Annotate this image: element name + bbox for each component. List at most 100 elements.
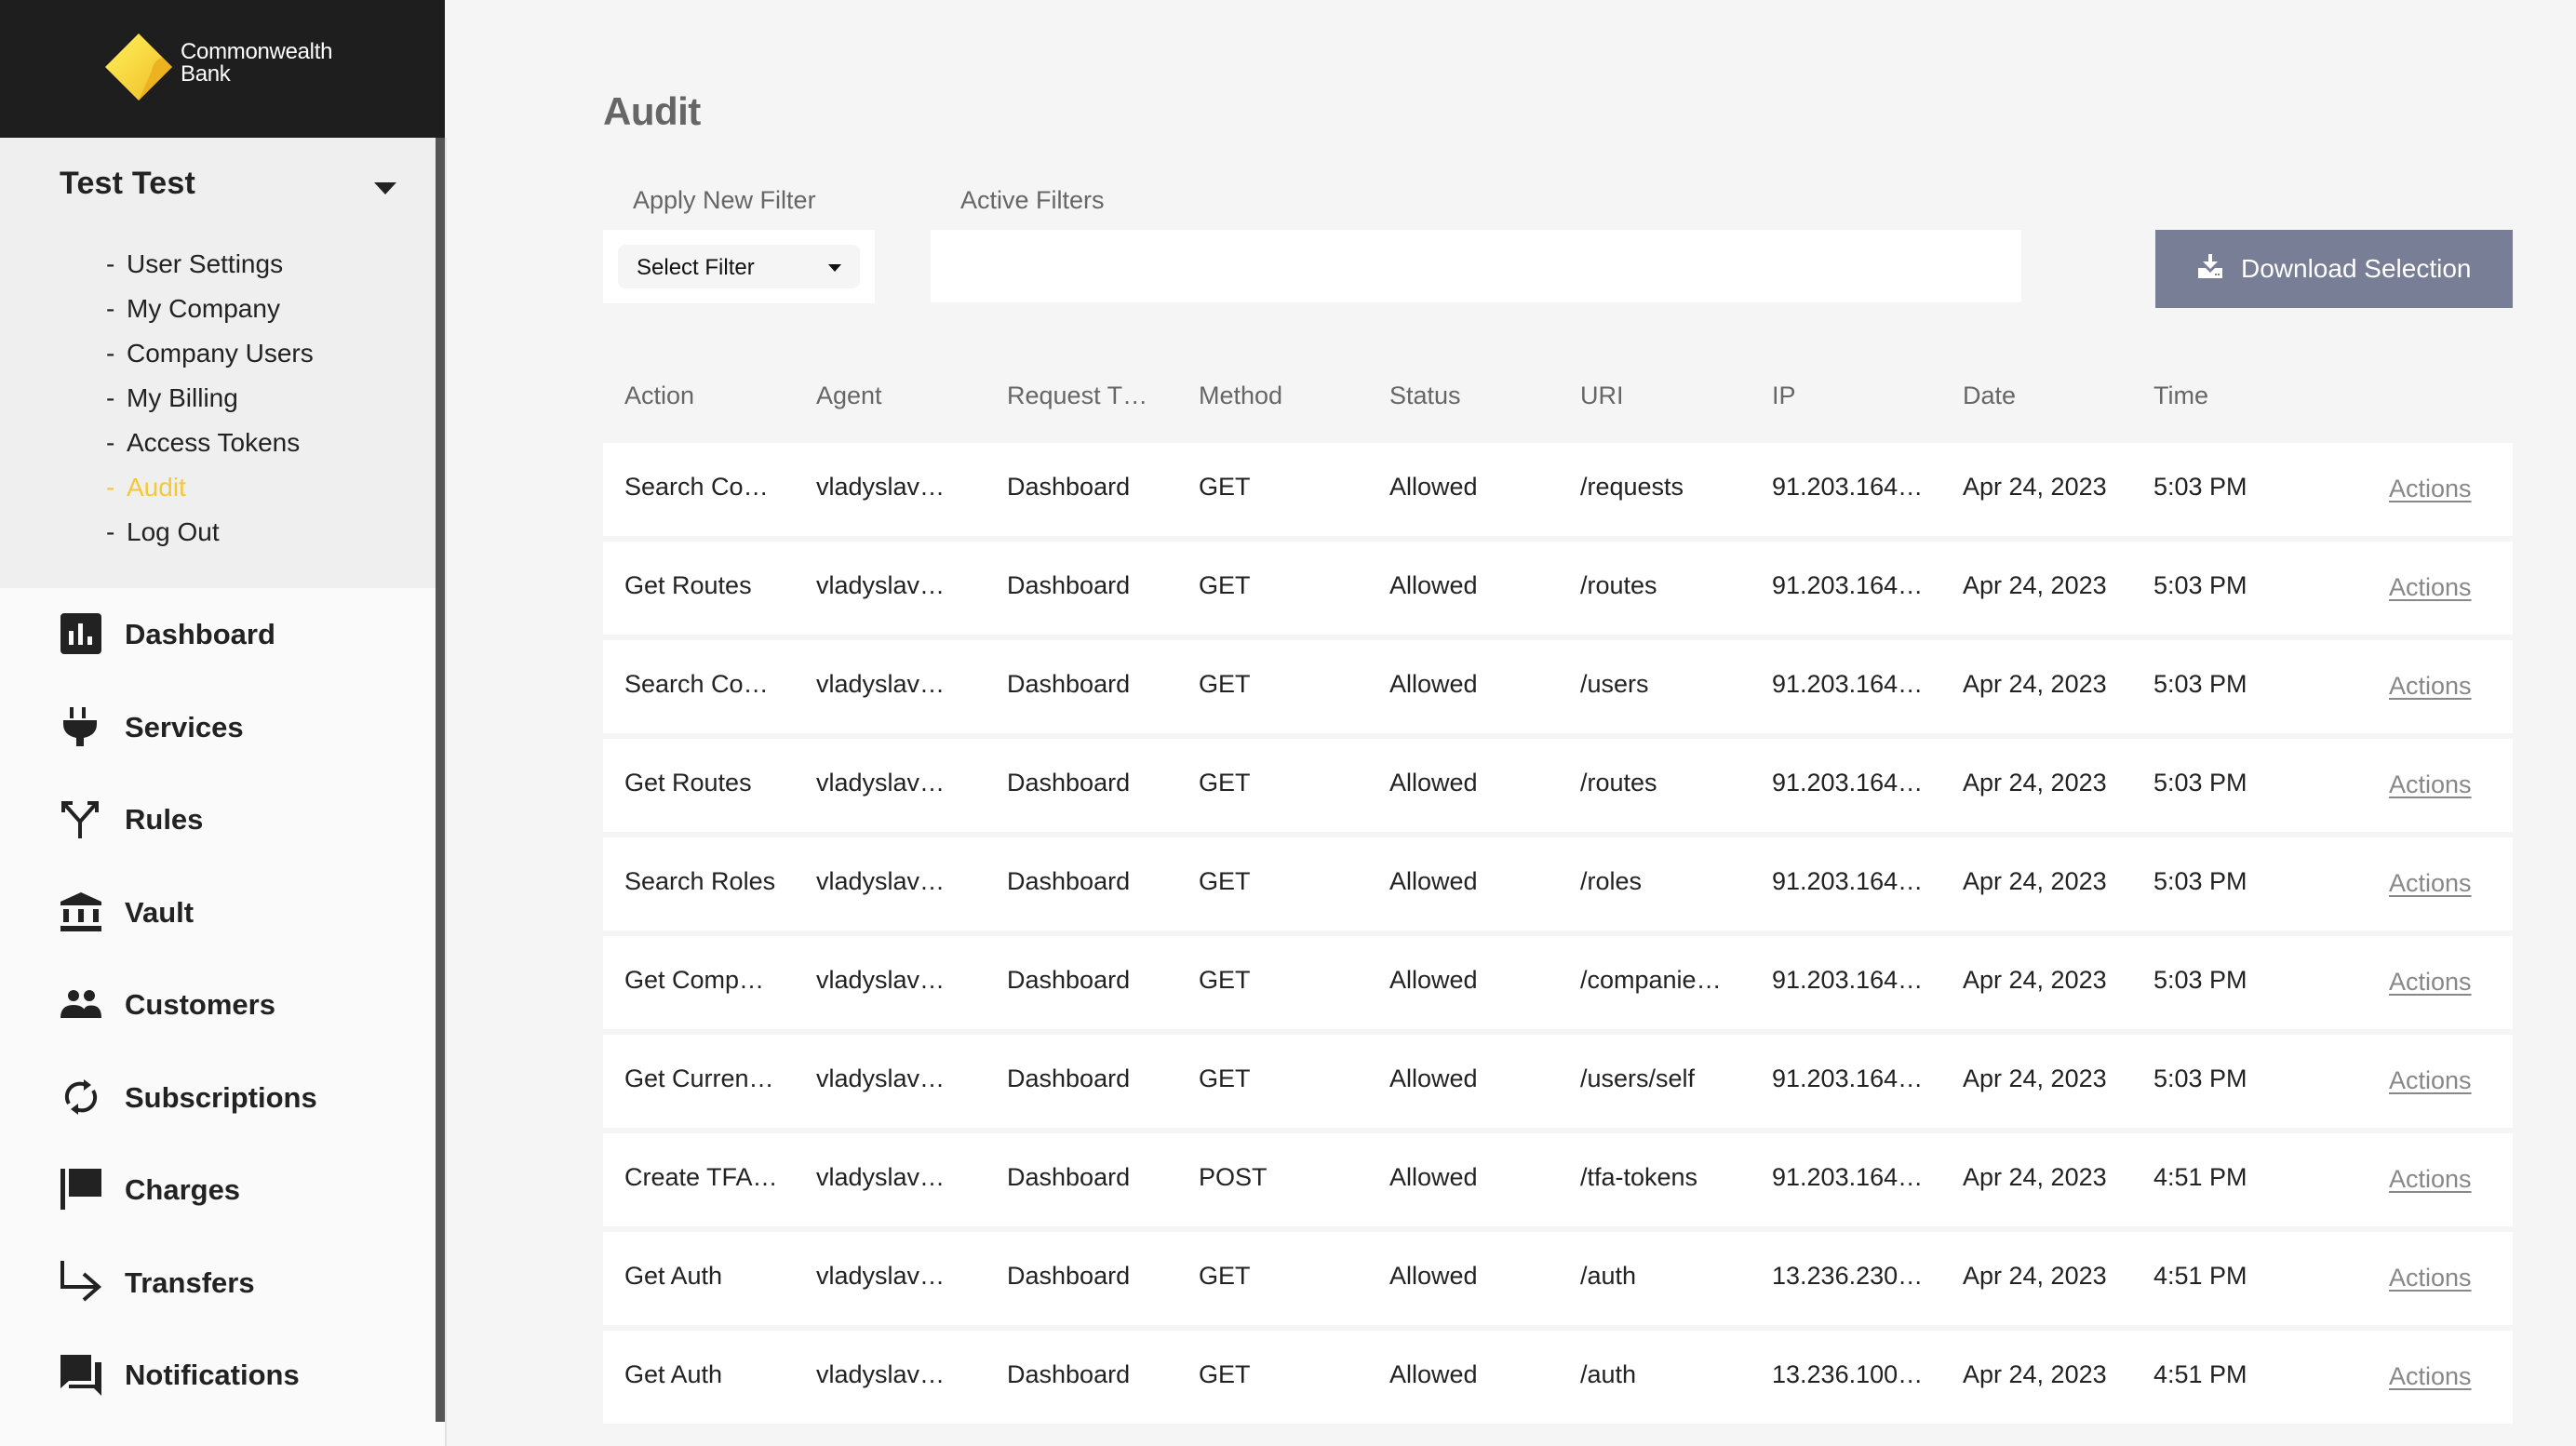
- cell-date: Apr 24, 2023: [1963, 1163, 2107, 1191]
- row-actions-link[interactable]: Actions: [2389, 1264, 2472, 1292]
- cell-request-type: Dashboard: [1007, 867, 1131, 895]
- main-content: Audit Apply New Filter Active Filters Se…: [447, 0, 2576, 1446]
- column-header-agent[interactable]: Agent: [816, 382, 882, 410]
- profile-menu-company-users[interactable]: - Company Users: [106, 331, 314, 376]
- cell-request-type: Dashboard: [1007, 1262, 1131, 1290]
- cell-status: Allowed: [1389, 571, 1478, 599]
- profile-menu-access-tokens[interactable]: - Access Tokens: [106, 421, 314, 465]
- nav-label: Dashboard: [125, 618, 275, 650]
- table-row[interactable]: Get Curren… vladyslav… Dashboard GET Allowed…: [603, 1035, 2513, 1128]
- row-actions-link[interactable]: Actions: [2389, 869, 2472, 898]
- cell-date: Apr 24, 2023: [1963, 1064, 2107, 1092]
- column-header-uri[interactable]: URI: [1580, 382, 1624, 410]
- table-row[interactable]: Get Auth vladyslav… Dashboard GET Allowed/au…: [603, 1232, 2513, 1325]
- table-row[interactable]: Search Roles vladyslav… Dashboard GET Allowe…: [603, 837, 2513, 931]
- nav-item-charges[interactable]: Charges: [0, 1144, 436, 1237]
- caret-down-icon[interactable]: [369, 177, 400, 199]
- row-actions-link[interactable]: Actions: [2389, 770, 2472, 799]
- cell-method: GET: [1199, 1064, 1251, 1092]
- cell-action: Get Comp…: [624, 966, 765, 994]
- audit-table: Action Agent Request T… Method Status URI IP Da…: [603, 368, 2513, 1424]
- nav-item-customers[interactable]: Customers: [0, 958, 436, 1051]
- nav-item-services[interactable]: Services: [0, 681, 436, 774]
- cell-uri: /routes: [1580, 571, 1657, 599]
- nav-item-transfers[interactable]: Transfers: [0, 1237, 436, 1330]
- row-actions-link[interactable]: Actions: [2389, 1066, 2472, 1095]
- cell-method: GET: [1199, 1262, 1251, 1290]
- column-header-method[interactable]: Method: [1199, 382, 1282, 410]
- brand-name: Commonwealth Bank: [181, 41, 332, 86]
- cell-action: Get Auth: [624, 1360, 723, 1388]
- cba-diamond-logo-icon[interactable]: [105, 33, 172, 100]
- cell-agent: vladyslav…: [816, 867, 946, 895]
- sidebar-scrollbar-thumb[interactable]: [436, 138, 445, 1422]
- nav-item-rules[interactable]: Rules: [0, 773, 436, 866]
- cell-ip: 13.236.230…: [1772, 1262, 1924, 1290]
- nav-label: Subscriptions: [125, 1080, 317, 1114]
- column-header-request-type[interactable]: Request T…: [1007, 382, 1147, 410]
- nav-item-notifications[interactable]: Notifications: [0, 1329, 436, 1422]
- row-actions-link[interactable]: Actions: [2389, 475, 2472, 503]
- nav-item-vault[interactable]: Vault: [0, 866, 436, 959]
- bank-building-icon: [60, 890, 102, 933]
- caret-down-icon: [828, 264, 841, 272]
- table-row[interactable]: Get Auth vladyslav… Dashboard GET Allowed/au…: [603, 1331, 2513, 1424]
- row-actions-link[interactable]: Actions: [2389, 573, 2472, 602]
- table-row[interactable]: Get Comp… vladyslav… Dashboard GET Allowed/c…: [603, 936, 2513, 1029]
- column-header-ip[interactable]: IP: [1772, 382, 1796, 410]
- download-icon: [2198, 254, 2222, 278]
- nav-label: Notifications: [125, 1359, 300, 1391]
- table-row[interactable]: Get Routes vladyslav… Dashboard GET Allowed /…: [603, 542, 2513, 635]
- filter-select[interactable]: Select Filter: [618, 245, 860, 288]
- cell-date: Apr 24, 2023: [1963, 966, 2107, 994]
- cell-agent: vladyslav…: [816, 473, 946, 501]
- cell-agent: vladyslav…: [816, 769, 946, 797]
- profile-menu-my-billing[interactable]: - My Billing: [106, 376, 314, 421]
- cell-uri: /auth: [1580, 1262, 1637, 1290]
- brand-name-line2: Bank: [181, 61, 231, 87]
- column-header-date[interactable]: Date: [1963, 382, 2016, 410]
- table-row[interactable]: Create TFA… vladyslav… Dashboard POST Allowe…: [603, 1133, 2513, 1226]
- apply-filter-label: Apply New Filter: [633, 186, 816, 214]
- cell-action: Search Roles: [624, 867, 776, 895]
- cell-method: GET: [1199, 769, 1251, 797]
- nav-label: Charges: [125, 1173, 241, 1206]
- cell-action: Get Auth: [624, 1262, 723, 1290]
- cell-date: Apr 24, 2023: [1963, 769, 2107, 797]
- cell-request-type: Dashboard: [1007, 966, 1131, 994]
- table-row[interactable]: Get Routes vladyslav… Dashboard GET Allowed /…: [603, 739, 2513, 832]
- table-row[interactable]: Search Co… vladyslav… Dashboard GET Allowed /…: [603, 443, 2513, 536]
- row-actions-link[interactable]: Actions: [2389, 672, 2472, 701]
- row-actions-link[interactable]: Actions: [2389, 1165, 2472, 1194]
- profile-name[interactable]: Test Test: [60, 166, 195, 202]
- cell-uri: /tfa-tokens: [1580, 1163, 1698, 1191]
- page-title: Audit: [603, 89, 701, 133]
- profile-menu-user-settings[interactable]: - User Settings: [106, 242, 314, 287]
- cell-date: Apr 24, 2023: [1963, 670, 2107, 698]
- table-header: Action Agent Request T… Method Status URI IP Da…: [603, 368, 2513, 443]
- cell-time: 5:03 PM: [2153, 769, 2247, 797]
- nav-label: Vault: [125, 895, 195, 929]
- row-actions-link[interactable]: Actions: [2389, 1362, 2472, 1391]
- cell-uri: /roles: [1580, 867, 1643, 895]
- column-header-status[interactable]: Status: [1389, 382, 1461, 410]
- profile-menu-audit[interactable]: - Audit: [106, 465, 314, 510]
- table-body: Search Co… vladyslav… Dashboard GET Allowed /…: [603, 443, 2513, 1429]
- column-header-action[interactable]: Action: [624, 382, 694, 410]
- cell-time: 5:03 PM: [2153, 571, 2247, 599]
- plug-icon: [60, 705, 102, 748]
- cell-time: 5:03 PM: [2153, 670, 2247, 698]
- profile-menu: - User Settings - My Company - Company User…: [106, 242, 314, 555]
- download-selection-button[interactable]: Download Selection: [2155, 230, 2513, 308]
- cell-ip: 91.203.164…: [1772, 1064, 1924, 1092]
- flag-icon: [60, 1168, 102, 1211]
- cell-uri: /users: [1580, 670, 1649, 698]
- column-header-time[interactable]: Time: [2153, 382, 2208, 410]
- nav-item-dashboard[interactable]: Dashboard: [0, 588, 436, 681]
- profile-menu-my-company[interactable]: - My Company: [106, 287, 314, 331]
- profile-menu-log-out[interactable]: - Log Out: [106, 510, 314, 555]
- table-row[interactable]: Search Co… vladyslav… Dashboard GET Allowed /…: [603, 640, 2513, 733]
- row-actions-link[interactable]: Actions: [2389, 968, 2472, 997]
- nav-item-subscriptions[interactable]: Subscriptions: [0, 1051, 436, 1145]
- cell-status: Allowed: [1389, 1163, 1478, 1191]
